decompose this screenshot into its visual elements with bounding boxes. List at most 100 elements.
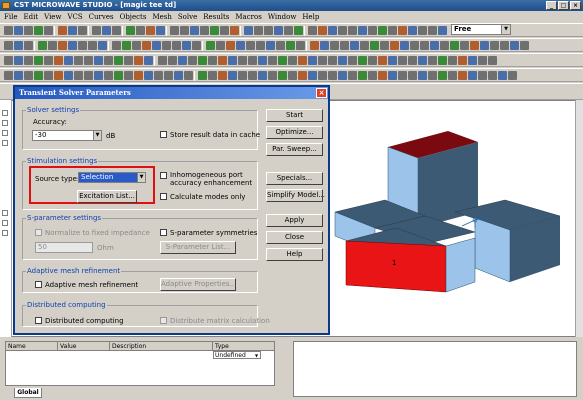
toolbar-tool-icon[interactable] [248, 56, 257, 65]
toolbar-tool-icon[interactable] [64, 56, 73, 65]
toolbar-tool-icon[interactable] [438, 56, 447, 65]
toolbar-tool-icon[interactable] [498, 71, 507, 80]
toolbar-tool-icon[interactable] [206, 41, 215, 50]
toolbar-tool-icon[interactable] [124, 56, 133, 65]
menu-objects[interactable]: Objects [120, 13, 147, 21]
toolbar-tool-icon[interactable] [54, 56, 63, 65]
toolbar-tool-icon[interactable] [388, 56, 397, 65]
toolbar-tool-icon[interactable] [208, 56, 217, 65]
toolbar-tool-icon[interactable] [146, 26, 155, 35]
toolbar-tool-icon[interactable] [278, 56, 287, 65]
toolbar-tool-icon[interactable] [254, 26, 263, 35]
message-window[interactable] [293, 341, 577, 397]
toolbar-tool-icon[interactable] [218, 56, 227, 65]
toolbar-tool-icon[interactable] [318, 56, 327, 65]
toolbar-tool-icon[interactable] [368, 26, 377, 35]
adaptive-mesh-checkbox[interactable] [35, 281, 42, 288]
toolbar-tool-icon[interactable] [480, 41, 489, 50]
distribute-matrix-checkbox[interactable] [160, 317, 167, 324]
sparameter-list-button[interactable]: S-Parameter List... [160, 241, 236, 254]
toolbar-tool-icon[interactable] [258, 71, 267, 80]
toolbar-tool-icon[interactable] [408, 56, 417, 65]
help-button[interactable]: Help [266, 248, 323, 261]
toolbar-tool-icon[interactable] [500, 41, 509, 50]
param-header-value[interactable]: Value [58, 342, 110, 351]
toolbar-tool-icon[interactable] [14, 41, 23, 50]
toolbar-tool-icon[interactable] [428, 71, 437, 80]
toolbar-tool-icon[interactable] [298, 71, 307, 80]
start-button[interactable]: Start [266, 109, 323, 122]
toolbar-tool-icon[interactable] [218, 71, 227, 80]
toolbar-tool-icon[interactable] [460, 41, 469, 50]
toolbar-tool-icon[interactable] [338, 26, 347, 35]
toolbar-tool-icon[interactable] [248, 71, 257, 80]
toolbar-tool-icon[interactable] [428, 26, 437, 35]
toolbar-tool-icon[interactable] [478, 56, 487, 65]
toolbar-tool-icon[interactable] [520, 41, 529, 50]
toolbar-tool-icon[interactable] [58, 26, 67, 35]
toolbar-tool-icon[interactable] [24, 26, 33, 35]
toolbar-tool-icon[interactable] [104, 71, 113, 80]
toolbar-tool-icon[interactable] [288, 71, 297, 80]
toolbar-tool-icon[interactable] [488, 56, 497, 65]
toolbar-tool-icon[interactable] [438, 26, 447, 35]
toolbar-tool-icon[interactable] [268, 56, 277, 65]
menu-edit[interactable]: Edit [23, 13, 38, 21]
mode-combo[interactable]: Free ▼ [451, 24, 511, 35]
toolbar-tool-icon[interactable] [488, 71, 497, 80]
toolbar-tool-icon[interactable] [4, 26, 13, 35]
toolbar-tool-icon[interactable] [184, 71, 193, 80]
toolbar-tool-icon[interactable] [44, 56, 53, 65]
minimize-button[interactable]: _ [546, 1, 557, 10]
toolbar-tool-icon[interactable] [170, 26, 179, 35]
toolbar-tool-icon[interactable] [368, 71, 377, 80]
toolbar-tool-icon[interactable] [408, 26, 417, 35]
toolbar-tool-icon[interactable] [320, 41, 329, 50]
toolbar-tool-icon[interactable] [74, 71, 83, 80]
toolbar-tool-icon[interactable] [238, 56, 247, 65]
toolbar-tool-icon[interactable] [308, 26, 317, 35]
tree-expand-icon[interactable] [2, 140, 8, 146]
tree-expand-icon[interactable] [2, 210, 8, 216]
toolbar-tool-icon[interactable] [14, 56, 23, 65]
toolbar-tool-icon[interactable] [348, 71, 357, 80]
toolbar-tool-icon[interactable] [132, 41, 141, 50]
impedance-input[interactable]: 50 [35, 242, 93, 253]
toolbar-tool-icon[interactable] [244, 26, 253, 35]
toolbar-tool-icon[interactable] [438, 71, 447, 80]
toolbar-tool-icon[interactable] [418, 71, 427, 80]
toolbar-tool-icon[interactable] [124, 71, 133, 80]
toolbar-tool-icon[interactable] [104, 56, 113, 65]
toolbar-tool-icon[interactable] [328, 26, 337, 35]
apply-button[interactable]: Apply [266, 214, 323, 227]
toolbar-tool-icon[interactable] [102, 26, 111, 35]
toolbar-tool-icon[interactable] [180, 26, 189, 35]
source-type-combo[interactable]: Selection ▼ [78, 172, 146, 183]
toolbar-tool-icon[interactable] [378, 56, 387, 65]
param-header-name[interactable]: Name [6, 342, 58, 351]
distributed-checkbox[interactable] [35, 317, 42, 324]
toolbar-tool-icon[interactable] [4, 71, 13, 80]
toolbar-tool-icon[interactable] [44, 26, 53, 35]
toolbar-tool-icon[interactable] [398, 71, 407, 80]
toolbar-tool-icon[interactable] [370, 41, 379, 50]
toolbar-tool-icon[interactable] [38, 41, 47, 50]
toolbar-tool-icon[interactable] [4, 41, 13, 50]
toolbar-tool-icon[interactable] [266, 41, 275, 50]
toolbar-tool-icon[interactable] [4, 56, 13, 65]
toolbar-tool-icon[interactable] [458, 71, 467, 80]
toolbar-tool-icon[interactable] [350, 41, 359, 50]
toolbar-tool-icon[interactable] [418, 26, 427, 35]
toolbar-tool-icon[interactable] [408, 71, 417, 80]
toolbar-tool-icon[interactable] [318, 26, 327, 35]
tree-expand-icon[interactable] [2, 130, 8, 136]
toolbar-tool-icon[interactable] [508, 71, 517, 80]
toolbar-tool-icon[interactable] [68, 41, 77, 50]
toolbar-tool-icon[interactable] [258, 56, 267, 65]
toolbar-tool-icon[interactable] [448, 71, 457, 80]
toolbar-tool-icon[interactable] [410, 41, 419, 50]
param-header-description[interactable]: Description [110, 342, 213, 351]
toolbar-tool-icon[interactable] [198, 71, 207, 80]
toolbar-tool-icon[interactable] [174, 71, 183, 80]
toolbar-tool-icon[interactable] [144, 56, 153, 65]
